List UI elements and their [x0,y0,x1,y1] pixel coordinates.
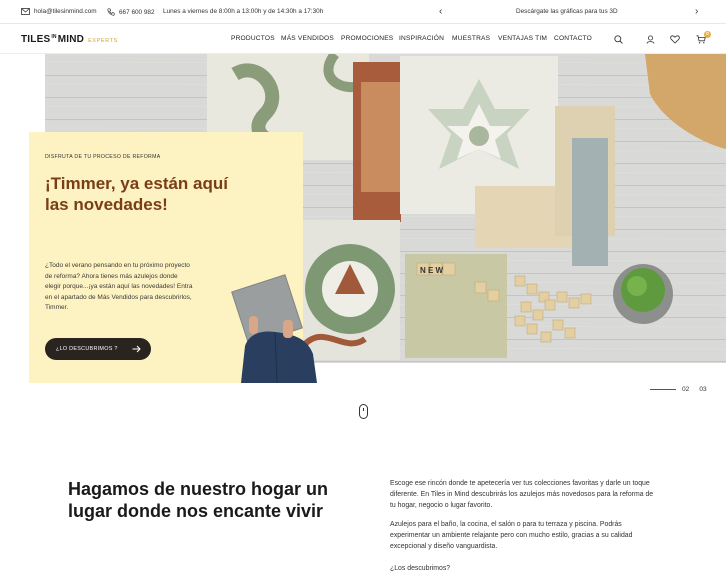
hero-card: DISFRUTA DE TU PROCESO DE REFORMA ¡Timme… [29,132,317,383]
promo-text-link[interactable]: Descárgate las gráficas para tus 3D [516,8,618,15]
top-bar: hola@tilesinmind.com 667 600 982 Lunes a… [0,0,726,24]
hero-eyebrow: DISFRUTA DE TU PROCESO DE REFORMA [45,154,161,160]
nav-item-promociones[interactable]: PROMOCIONES [341,35,393,42]
logo-tiles: TILES [21,34,51,45]
hero-title: ¡Timmer, ya están aquí las novedades! [45,174,228,214]
account-button[interactable] [643,32,657,46]
logo-in: IN [51,34,57,40]
heart-icon [670,34,680,44]
phone-link[interactable]: 667 600 982 [107,8,155,16]
mouse-scroll-icon[interactable] [359,404,368,419]
nav-item-muestras[interactable]: MUESTRAS [452,35,490,42]
logo[interactable]: TILES IN MIND EXPERTS [21,34,118,45]
search-icon [613,34,623,44]
nav-item-ventajas-tim[interactable]: VENTAJAS TIM [498,35,547,42]
cart-count-badge: 0 [704,31,711,38]
email-link[interactable]: hola@tilesinmind.com [21,8,97,15]
slide-02[interactable]: 02 [682,386,689,393]
arrow-right-icon [132,345,141,353]
slide-03[interactable]: 03 [699,386,706,393]
discover-button-label: ¿LO DESCUBRIMOS ? [56,346,118,352]
promo-prev-button[interactable]: ‹ [439,6,442,17]
scrabble-word: N E W [420,266,444,275]
discover-button[interactable]: ¿LO DESCUBRIMOS ? [45,338,151,360]
chevron-right-icon: › [695,6,699,17]
intro-paragraph-3[interactable]: ¿Los descubrimos? [390,563,660,574]
main-nav: TILES IN MIND EXPERTS PRODUCTOS MÁS VEND… [0,24,726,54]
wishlist-button[interactable] [668,32,682,46]
opening-hours: Lunes a viernes de 8:00h a 13:00h y de 1… [163,8,323,15]
phone-icon [107,8,115,16]
slide-indicator: 02 03 [650,386,707,393]
email-text: hola@tilesinmind.com [34,8,97,15]
logo-experts: EXPERTS [88,38,118,44]
promo-text: Descárgate las gráficas para tus 3D [516,8,618,15]
active-slide-line [650,389,676,390]
user-icon [646,35,654,44]
chevron-left-icon: ‹ [439,6,443,17]
promo-next-button[interactable]: › [695,6,698,17]
person-holding-tile-image [231,274,317,383]
intro-paragraph-2: Azulejos para el baño, la cocina, el sal… [390,521,633,550]
nav-item-productos[interactable]: PRODUCTOS [231,35,275,42]
logo-mind: MIND [57,34,85,45]
phone-text: 667 600 982 [119,8,155,16]
nav-item-mas-vendidos[interactable]: MÁS VENDIDOS [281,35,334,42]
search-button[interactable] [611,32,625,46]
nav-item-contacto[interactable]: CONTACTO [554,35,592,42]
mail-icon [21,8,30,15]
hours-text: Lunes a viernes de 8:00h a 13:00h y de 1… [163,8,324,15]
intro-paragraph-1: Escoge ese rincón donde te apetecería ve… [390,480,654,509]
hero-body: ¿Todo el verano pensando en tu próximo p… [45,262,193,311]
intro-heading: Hagamos de nuestro hogar un lugar donde … [68,479,329,521]
nav-item-inspiracion[interactable]: INSPIRACIÓN [399,35,444,42]
